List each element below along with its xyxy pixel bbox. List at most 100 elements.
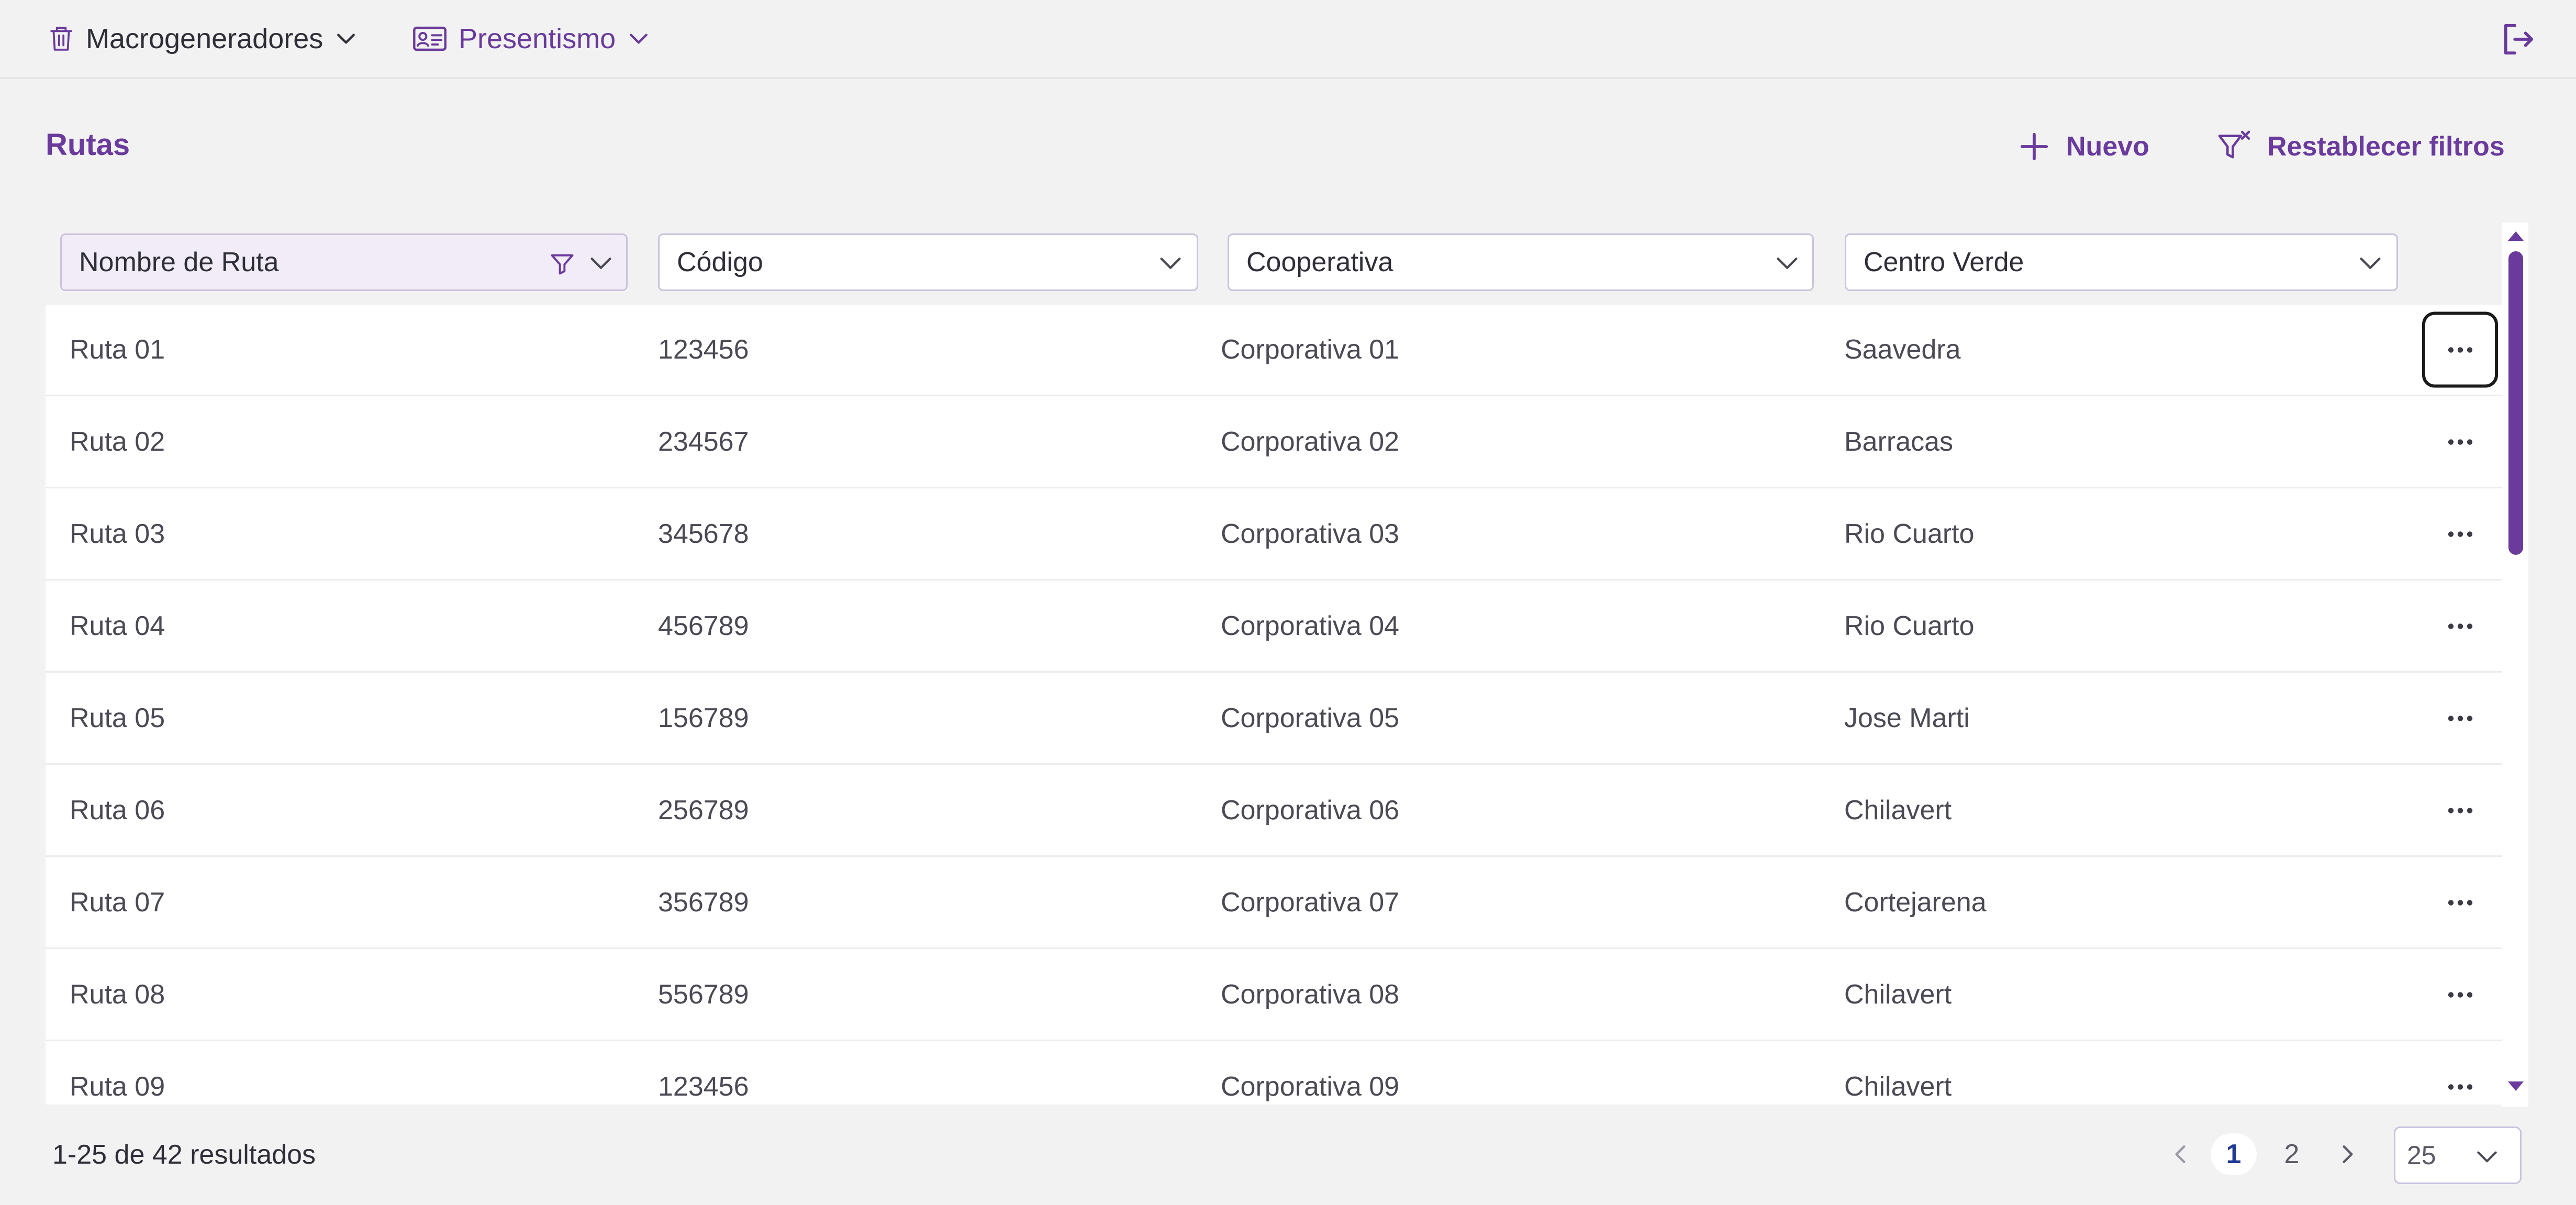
route-center: Rio Cuarto: [1844, 519, 1975, 549]
row-actions-button[interactable]: [2422, 680, 2498, 756]
table-row: Ruta 04 456789 Corporativa 04 Rio Cuarto: [46, 581, 2503, 673]
chevron-down-icon: [1160, 258, 1181, 269]
route-code: 156789: [658, 703, 749, 733]
plus-icon: [2020, 132, 2048, 161]
section-menu[interactable]: Presentismo: [412, 19, 650, 59]
logout-icon[interactable]: [2500, 21, 2536, 58]
row-actions-button[interactable]: [2422, 311, 2498, 388]
chevron-down-icon: [627, 27, 650, 50]
top-navigation-bar: Macrogeneradores Presentismo: [0, 0, 2576, 79]
page-size-select[interactable]: 25: [2394, 1126, 2522, 1184]
row-actions-button[interactable]: [2422, 496, 2498, 572]
route-name: Ruta 02: [70, 427, 165, 457]
row-actions-button[interactable]: [2422, 773, 2498, 849]
route-code: 456789: [658, 611, 749, 641]
more-horizontal-icon: [2448, 623, 2472, 629]
route-code: 123456: [658, 334, 749, 365]
table-row: Ruta 06 256789 Corporativa 06 Chilavert: [46, 765, 2503, 857]
module-menu[interactable]: Macrogeneradores: [48, 19, 358, 59]
route-name: Ruta 03: [70, 519, 165, 549]
module-menu-label: Macrogeneradores: [86, 23, 324, 54]
row-actions-button[interactable]: [2422, 588, 2498, 664]
route-cooperative: Corporativa 02: [1221, 427, 1400, 457]
table-row: Ruta 07 356789 Corporativa 07 Cortejaren…: [46, 857, 2503, 949]
chevron-down-icon: [590, 258, 611, 269]
row-actions-button[interactable]: [2422, 404, 2498, 480]
filter-nombre-label: Nombre de Ruta: [79, 247, 279, 277]
next-page-button[interactable]: [2335, 1133, 2361, 1175]
new-button[interactable]: Nuevo: [2018, 126, 2149, 168]
table-row: Ruta 08 556789 Corporativa 08 Chilavert: [46, 950, 2503, 1041]
filter-cooperativa[interactable]: Cooperativa: [1228, 233, 1814, 291]
reset-filters-button[interactable]: Restablecer filtros: [2217, 126, 2505, 168]
route-cooperative: Corporativa 08: [1221, 979, 1400, 1010]
filter-icon: [551, 254, 574, 275]
route-code: 356789: [658, 887, 749, 918]
route-center: Rio Cuarto: [1844, 611, 1975, 641]
route-name: Ruta 09: [70, 1072, 165, 1102]
route-center: Cortejarena: [1844, 887, 1987, 918]
trash-icon: [50, 27, 72, 51]
more-horizontal-icon: [2448, 1084, 2472, 1090]
scroll-down-arrow-icon[interactable]: [2507, 1080, 2525, 1093]
page-1-button[interactable]: 1: [2211, 1133, 2257, 1175]
route-name: Ruta 07: [70, 887, 165, 918]
section-menu-label: Presentismo: [459, 23, 616, 54]
route-name: Ruta 05: [70, 703, 165, 733]
chevron-down-icon: [334, 27, 358, 50]
table-row: Ruta 09 123456 Corporativa 09 Chilavert: [46, 1042, 2503, 1104]
filter-centro-label: Centro Verde: [1864, 247, 2024, 277]
more-horizontal-icon: [2448, 531, 2472, 537]
filter-centro-verde[interactable]: Centro Verde: [1845, 233, 2398, 291]
route-center: Jose Marti: [1844, 703, 1970, 733]
filter-codigo[interactable]: Código: [658, 233, 1198, 291]
route-center: Chilavert: [1844, 979, 1952, 1010]
row-actions-button[interactable]: [2422, 865, 2498, 941]
routes-table: Ruta 01 123456 Corporativa 01 Saavedra R…: [46, 305, 2503, 1104]
more-horizontal-icon: [2448, 991, 2472, 998]
chevron-left-icon: [2175, 1145, 2185, 1163]
page-2-button[interactable]: 2: [2271, 1133, 2313, 1175]
more-horizontal-icon: [2448, 899, 2472, 906]
route-code: 256789: [658, 795, 749, 825]
row-actions-button[interactable]: [2422, 1049, 2498, 1105]
row-actions-button[interactable]: [2422, 957, 2498, 1033]
chevron-down-icon: [2477, 1151, 2497, 1163]
page-size-value: 25: [2407, 1141, 2436, 1170]
route-center: Barracas: [1844, 427, 1954, 457]
table-row: Ruta 02 234567 Corporativa 02 Barracas: [46, 397, 2503, 488]
more-horizontal-icon: [2448, 807, 2472, 813]
id-card-icon: [413, 26, 447, 51]
route-code: 123456: [658, 1072, 749, 1102]
page-title: Rutas: [46, 128, 130, 162]
route-name: Ruta 04: [70, 611, 165, 641]
filter-codigo-label: Código: [677, 247, 763, 277]
route-name: Ruta 06: [70, 795, 165, 825]
filter-cooperativa-label: Cooperativa: [1246, 247, 1393, 277]
route-cooperative: Corporativa 01: [1221, 334, 1400, 365]
more-horizontal-icon: [2448, 715, 2472, 721]
route-name: Ruta 08: [70, 979, 165, 1010]
chevron-down-icon: [1777, 258, 1798, 269]
route-name: Ruta 01: [70, 334, 165, 365]
route-center: Chilavert: [1844, 795, 1952, 825]
previous-page-button[interactable]: [2167, 1133, 2193, 1175]
new-button-label: Nuevo: [2066, 131, 2149, 162]
route-code: 556789: [658, 979, 749, 1010]
route-code: 345678: [658, 519, 749, 549]
route-cooperative: Corporativa 05: [1221, 703, 1400, 733]
route-cooperative: Corporativa 07: [1221, 887, 1400, 918]
results-summary: 1-25 de 42 resultados: [52, 1140, 316, 1170]
route-cooperative: Corporativa 09: [1221, 1072, 1400, 1102]
scroll-up-arrow-icon[interactable]: [2507, 229, 2525, 242]
route-code: 234567: [658, 427, 749, 457]
scrollbar-thumb[interactable]: [2508, 251, 2523, 555]
more-horizontal-icon: [2448, 347, 2472, 353]
chevron-down-icon: [2360, 258, 2381, 269]
table-row: Ruta 01 123456 Corporativa 01 Saavedra: [46, 305, 2503, 396]
filter-nombre-de-ruta[interactable]: Nombre de Ruta: [60, 233, 628, 291]
filter-clear-icon: [2218, 130, 2250, 159]
route-cooperative: Corporativa 06: [1221, 795, 1400, 825]
route-cooperative: Corporativa 03: [1221, 519, 1400, 549]
table-row: Ruta 03 345678 Corporativa 03 Rio Cuarto: [46, 489, 2503, 581]
